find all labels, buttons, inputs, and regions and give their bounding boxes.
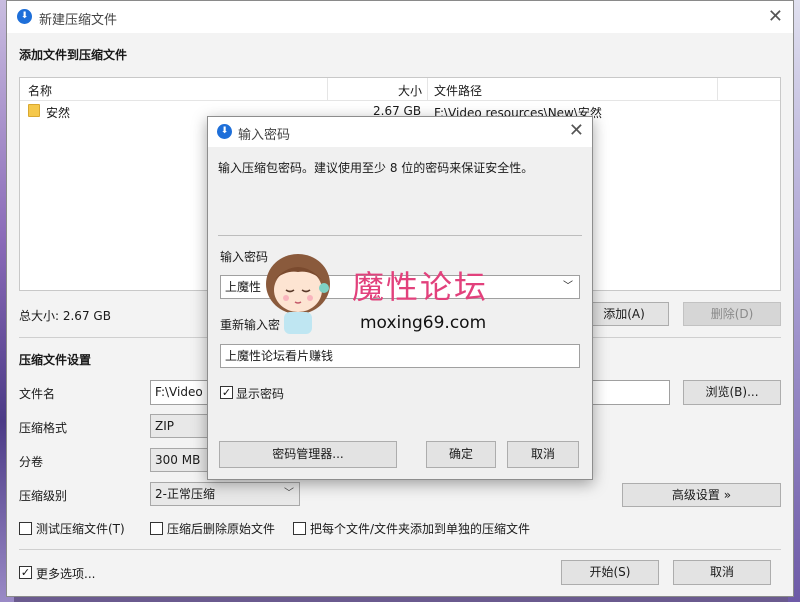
file-name: 安然 [46, 106, 71, 120]
column-divider [327, 78, 328, 100]
format-label: 压缩格式 [19, 421, 68, 435]
split-value: 300 MB [155, 453, 201, 467]
watermark-title: 魔性论坛 [352, 268, 489, 306]
file-list-header: 名称 大小 文件路径 [20, 78, 780, 101]
advanced-settings-button[interactable]: 高级设置 » [622, 483, 781, 507]
chevron-down-icon: ﹀ [284, 488, 294, 499]
password-manager-button[interactable]: 密码管理器... [219, 441, 397, 468]
add-files-title: 添加文件到压缩文件 [19, 48, 128, 62]
divider [19, 549, 781, 550]
show-password-label: 显示密码 [236, 387, 285, 401]
ok-button[interactable]: 确定 [426, 441, 496, 468]
column-name-header[interactable]: 名称 [28, 82, 52, 99]
column-divider [427, 78, 428, 100]
total-size: 总大小: 2.67 GB [19, 309, 111, 323]
filename-label: 文件名 [19, 387, 56, 401]
delete-after-checkbox[interactable] [150, 522, 163, 535]
level-value: 2-正常压缩 [155, 487, 215, 501]
split-label: 分卷 [19, 455, 44, 469]
dialog-title: 输入密码 [238, 128, 291, 143]
dialog-titlebar: ⬇ 输入密码 ✕ [208, 117, 592, 147]
separate-archives-label: 把每个文件/文件夹添加到单独的压缩文件 [310, 522, 531, 536]
window-title: 新建压缩文件 [39, 13, 118, 28]
reenter-password-input[interactable]: 上魔性论坛看片赚钱 [220, 344, 580, 368]
start-button[interactable]: 开始(S) [561, 560, 659, 585]
window-titlebar: ⬇ 新建压缩文件 ✕ [7, 1, 793, 33]
app-logo-icon: ⬇ [217, 124, 232, 139]
show-password-checkbox[interactable]: ✓ [220, 386, 233, 399]
test-archive-checkbox[interactable] [19, 522, 32, 535]
close-icon[interactable]: ✕ [569, 120, 584, 141]
format-value: ZIP [155, 419, 174, 433]
delete-after-label: 压缩后删除原始文件 [167, 522, 276, 536]
watermark-mascot-image [258, 250, 338, 336]
delete-button[interactable]: 删除(D) [683, 302, 781, 326]
archive-settings-title: 压缩文件设置 [19, 353, 92, 367]
separate-archives-checkbox[interactable] [293, 522, 306, 535]
folder-icon [28, 104, 40, 117]
level-select[interactable]: 2-正常压缩 ﹀ [150, 482, 300, 506]
browse-button[interactable]: 浏览(B)... [683, 380, 781, 405]
level-label: 压缩级别 [19, 489, 68, 503]
column-size-header[interactable]: 大小 [398, 82, 422, 99]
column-path-header[interactable]: 文件路径 [434, 82, 482, 99]
test-archive-label: 测试压缩文件(T) [36, 522, 125, 536]
more-options-label: 更多选项... [36, 567, 96, 581]
dialog-description: 输入压缩包密码。建议使用至少 8 位的密码来保证安全性。 [218, 161, 534, 175]
column-divider [717, 78, 718, 100]
more-options-checkbox[interactable]: ✓ [19, 566, 32, 579]
cancel-button[interactable]: 取消 [673, 560, 771, 585]
password-value: 上魔性 [225, 280, 262, 294]
dialog-cancel-button[interactable]: 取消 [507, 441, 579, 468]
divider [218, 235, 582, 236]
chevron-down-icon[interactable]: ﹀ [563, 276, 573, 298]
watermark-url: moxing69.com [360, 313, 487, 333]
close-icon[interactable]: ✕ [768, 6, 783, 27]
app-logo-icon: ⬇ [17, 9, 32, 24]
